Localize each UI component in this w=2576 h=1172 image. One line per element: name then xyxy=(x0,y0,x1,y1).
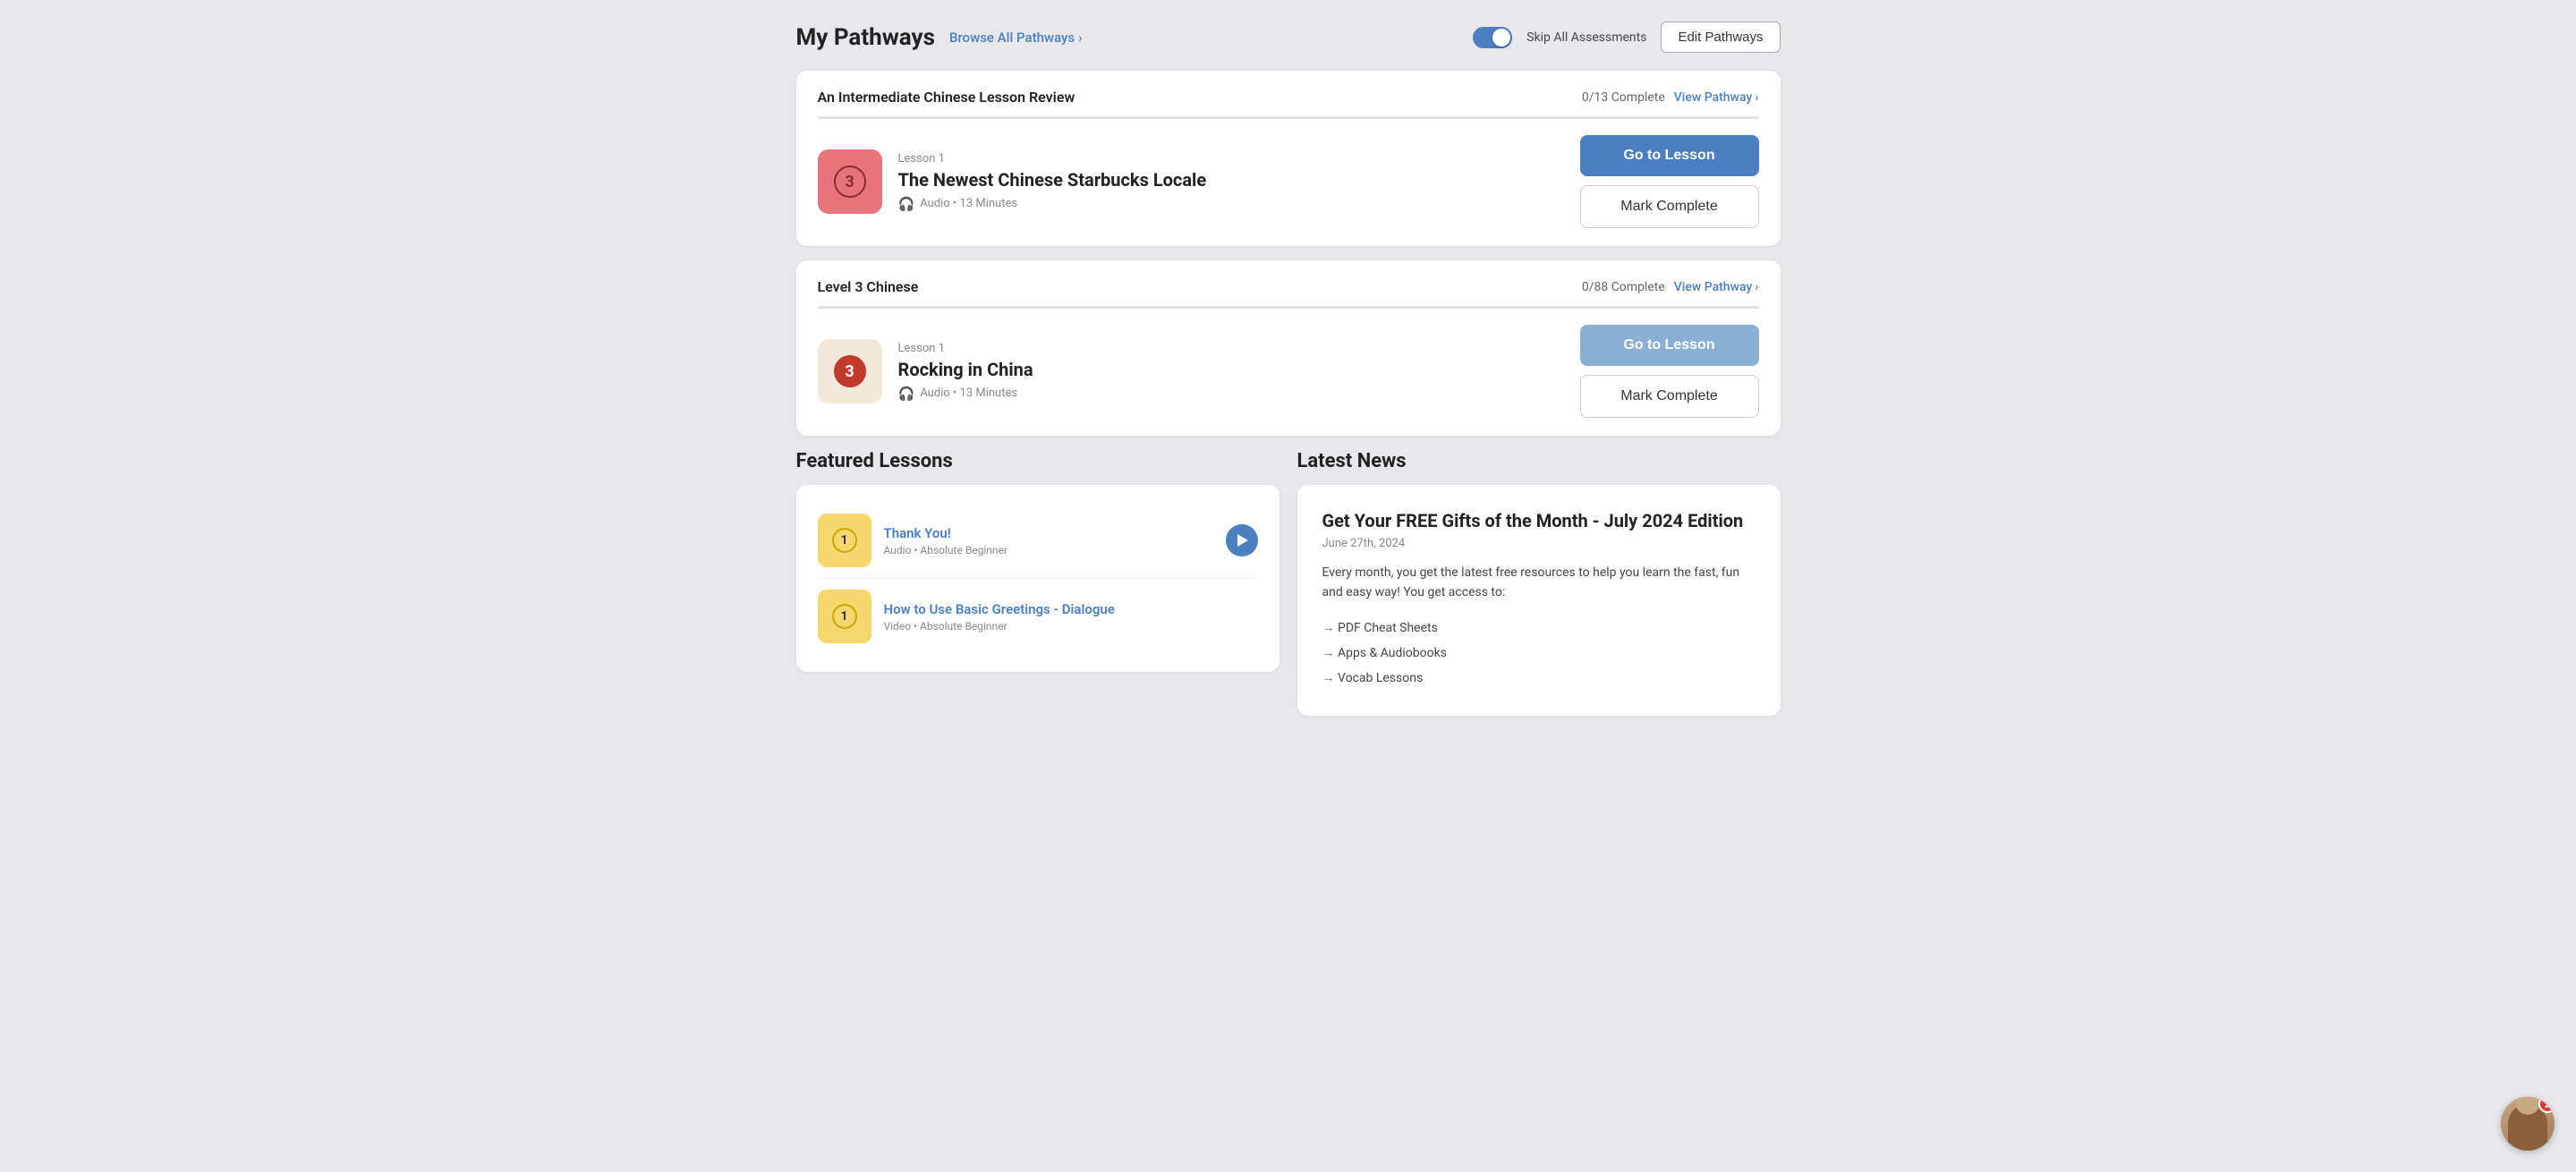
featured-lesson-row: 1 Thank You! Audio • Absolute Beginner xyxy=(818,503,1258,578)
audio-icon: 🎧 xyxy=(898,196,915,212)
skip-assessments-toggle[interactable] xyxy=(1473,27,1512,48)
lesson-actions: Go to Lesson Mark Complete xyxy=(1580,325,1759,418)
featured-lesson-info: How to Use Basic Greetings - Dialogue Vi… xyxy=(884,601,1258,633)
featured-lesson-info: Thank You! Audio • Absolute Beginner xyxy=(884,525,1213,556)
pathway-card-1: Level 3 Chinese 0/88 Complete View Pathw… xyxy=(796,260,1781,436)
progress-text: 0/13 Complete xyxy=(1582,90,1665,105)
audio-icon: 🎧 xyxy=(898,386,915,402)
pathway-header: An Intermediate Chinese Lesson Review 0/… xyxy=(818,89,1759,106)
pathway-meta: 0/88 Complete View Pathway › xyxy=(1582,280,1759,294)
news-title: Latest News xyxy=(1297,450,1781,472)
featured-lesson-row: 1 How to Use Basic Greetings - Dialogue … xyxy=(818,578,1258,654)
lesson-thumb-number: 3 xyxy=(834,355,866,387)
lesson-label: Lesson 1 xyxy=(898,342,1564,355)
lesson-thumb: 3 xyxy=(818,149,882,214)
mark-complete-button[interactable]: Mark Complete xyxy=(1580,375,1759,418)
edit-pathways-button[interactable]: Edit Pathways xyxy=(1661,21,1780,53)
header: My Pathways Browse All Pathways › Skip A… xyxy=(796,21,1781,53)
featured-card: 1 Thank You! Audio • Absolute Beginner 1… xyxy=(796,485,1279,672)
news-date: June 27th, 2024 xyxy=(1322,537,1756,550)
lesson-actions: Go to Lesson Mark Complete xyxy=(1580,135,1759,228)
featured-thumb: 1 xyxy=(818,590,871,643)
lesson-label: Lesson 1 xyxy=(898,152,1564,166)
view-pathway-link[interactable]: View Pathway › xyxy=(1674,90,1759,105)
news-article-title: Get Your FREE Gifts of the Month - July … xyxy=(1322,510,1756,531)
pathway-name: Level 3 Chinese xyxy=(818,278,919,295)
lesson-info: Lesson 1 Rocking in China 🎧 Audio • 13 M… xyxy=(898,342,1564,402)
news-list: PDF Cheat SheetsApps & AudiobooksVocab L… xyxy=(1322,616,1756,691)
lesson-title: Rocking in China xyxy=(898,359,1564,380)
featured-lesson-sub: Video • Absolute Beginner xyxy=(884,620,1258,633)
lesson-type: Audio • 13 Minutes xyxy=(920,386,1017,400)
lesson-sub: 🎧 Audio • 13 Minutes xyxy=(898,196,1564,212)
page-wrapper: My Pathways Browse All Pathways › Skip A… xyxy=(796,21,1781,716)
lesson-row: 3 Lesson 1 Rocking in China 🎧 Audio • 13… xyxy=(818,325,1759,418)
lesson-row: 3 Lesson 1 The Newest Chinese Starbucks … xyxy=(818,135,1759,228)
chat-badge: 2 xyxy=(2538,1097,2555,1113)
bottom-section: Featured Lessons 1 Thank You! Audio • Ab… xyxy=(796,450,1781,716)
featured-lesson-sub: Audio • Absolute Beginner xyxy=(884,544,1213,556)
lesson-thumb: 3 xyxy=(818,339,882,403)
browse-all-link[interactable]: Browse All Pathways › xyxy=(949,30,1083,46)
chevron-right-icon: › xyxy=(1755,90,1758,105)
go-to-lesson-button[interactable]: Go to Lesson xyxy=(1580,135,1759,176)
lesson-sub: 🎧 Audio • 13 Minutes xyxy=(898,386,1564,402)
lesson-thumb-number: 3 xyxy=(834,166,866,198)
view-pathway-link[interactable]: View Pathway › xyxy=(1674,280,1759,294)
header-right: Skip All Assessments Edit Pathways xyxy=(1473,21,1780,53)
pathway-name: An Intermediate Chinese Lesson Review xyxy=(818,89,1075,106)
pathway-cards: An Intermediate Chinese Lesson Review 0/… xyxy=(796,71,1781,436)
pathway-meta: 0/13 Complete View Pathway › xyxy=(1582,90,1759,105)
progress-text: 0/88 Complete xyxy=(1582,280,1665,294)
news-list-item: PDF Cheat Sheets xyxy=(1322,616,1756,641)
news-list-item: Apps & Audiobooks xyxy=(1322,641,1756,666)
featured-thumb-num: 1 xyxy=(832,604,857,629)
chat-avatar[interactable]: 2 xyxy=(2501,1097,2555,1151)
featured-lessons-section: Featured Lessons 1 Thank You! Audio • Ab… xyxy=(796,450,1279,716)
news-body: Every month, you get the latest free res… xyxy=(1322,563,1756,603)
featured-lesson-title[interactable]: How to Use Basic Greetings - Dialogue xyxy=(884,601,1258,617)
go-to-lesson-button[interactable]: Go to Lesson xyxy=(1580,325,1759,366)
lesson-info: Lesson 1 The Newest Chinese Starbucks Lo… xyxy=(898,152,1564,212)
mark-complete-button[interactable]: Mark Complete xyxy=(1580,185,1759,228)
latest-news-section: Latest News Get Your FREE Gifts of the M… xyxy=(1297,450,1781,716)
page-title: My Pathways xyxy=(796,24,935,51)
progress-bar xyxy=(818,116,1759,119)
skip-label: Skip All Assessments xyxy=(1526,30,1646,45)
pathway-card-0: An Intermediate Chinese Lesson Review 0/… xyxy=(796,71,1781,246)
news-list-item: Vocab Lessons xyxy=(1322,666,1756,691)
featured-title: Featured Lessons xyxy=(796,450,1279,472)
progress-bar xyxy=(818,306,1759,309)
featured-thumb: 1 xyxy=(818,514,871,567)
pathway-header: Level 3 Chinese 0/88 Complete View Pathw… xyxy=(818,278,1759,295)
lesson-type: Audio • 13 Minutes xyxy=(920,197,1017,210)
featured-lesson-title[interactable]: Thank You! xyxy=(884,525,1213,541)
featured-thumb-num: 1 xyxy=(832,528,857,553)
play-button[interactable] xyxy=(1226,524,1258,556)
chevron-right-icon: › xyxy=(1755,280,1758,294)
news-card: Get Your FREE Gifts of the Month - July … xyxy=(1297,485,1781,716)
chevron-right-icon: › xyxy=(1078,30,1083,46)
lesson-title: The Newest Chinese Starbucks Locale xyxy=(898,169,1564,191)
